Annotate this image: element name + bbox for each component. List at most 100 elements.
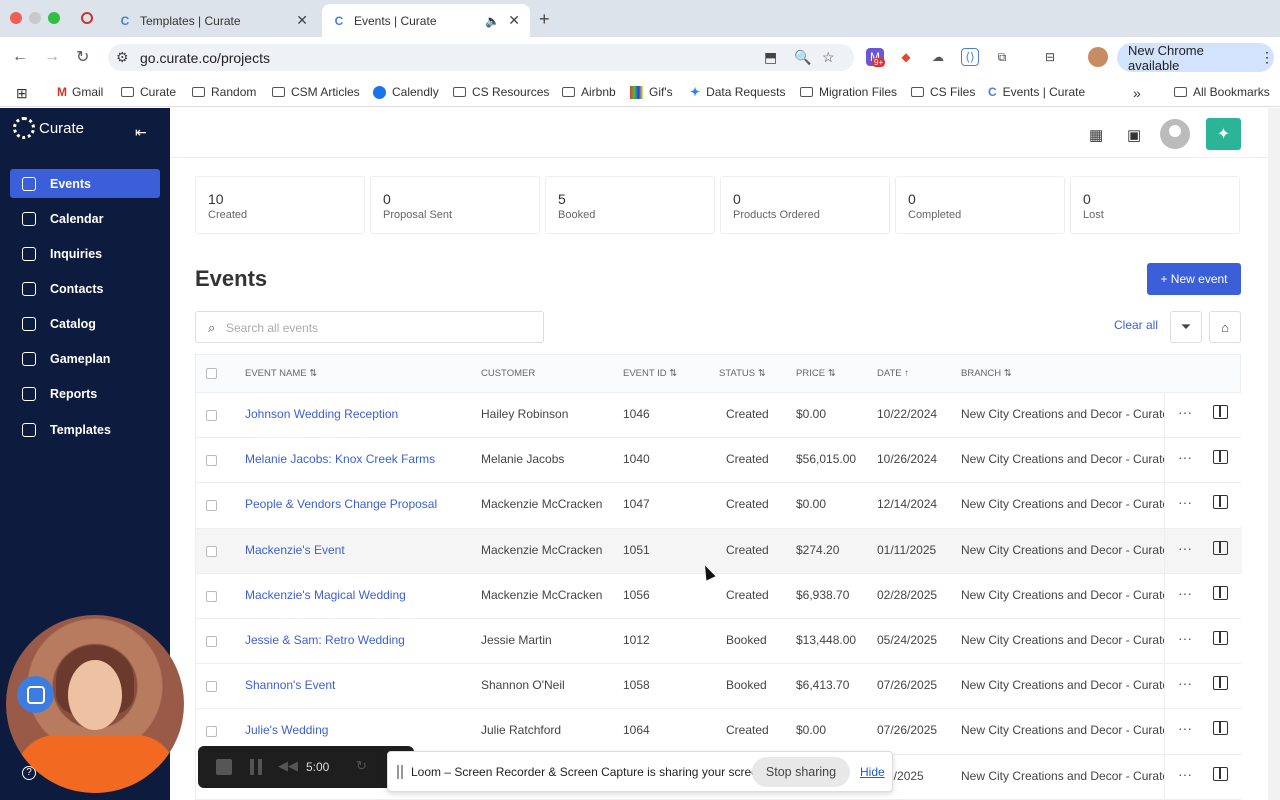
open-side-panel-icon[interactable]: [1213, 495, 1228, 510]
open-side-panel-icon[interactable]: [1213, 405, 1228, 419]
bookmark-airbnb[interactable]: Airbnb: [562, 85, 616, 99]
speaker-icon[interactable]: 🔈: [485, 14, 500, 28]
bookmark-random[interactable]: Random: [192, 85, 256, 99]
table-row[interactable]: People & Vendors Change Proposal Mackenzi…: [196, 483, 1242, 529]
cell-name[interactable]: Mackenzie's Magical Wedding: [245, 588, 475, 602]
tab-templates[interactable]: C Templates | Curate ✕: [108, 4, 318, 37]
stat-card-proposal-sent[interactable]: 0 Proposal Sent: [370, 176, 540, 234]
zoom-icon[interactable]: 🔍: [794, 49, 811, 66]
bookmark-migration-files[interactable]: Migration Files: [800, 85, 897, 99]
stop-sharing-button[interactable]: Stop sharing: [752, 757, 850, 787]
page-scrollbar[interactable]: [1268, 108, 1280, 800]
sidebar-item-reports[interactable]: Reports: [10, 379, 160, 408]
hide-link[interactable]: Hide: [860, 765, 885, 779]
new-chrome-available-button[interactable]: New Chrome available ⋮: [1117, 43, 1274, 73]
more-bookmarks-icon[interactable]: »: [1133, 85, 1141, 101]
bookmark-gmail[interactable]: M Gmail: [57, 85, 103, 99]
open-side-panel-icon[interactable]: [1213, 721, 1228, 736]
more-actions-icon[interactable]: ···: [1178, 404, 1192, 420]
sidebar-item-calendar[interactable]: Calendar: [10, 204, 160, 233]
new-tab-button[interactable]: +: [539, 9, 550, 30]
row-checkbox[interactable]: [206, 726, 217, 738]
restart-icon[interactable]: ↻: [356, 758, 367, 774]
tab-search-icon[interactable]: ⊟: [1041, 48, 1059, 66]
cell-name[interactable]: Melanie Jacobs: Knox Creek Farms: [245, 452, 475, 466]
extension-icon[interactable]: ◆: [897, 48, 915, 66]
column-header-event-id[interactable]: EVENT ID ⇅: [623, 368, 677, 379]
table-row[interactable]: Melanie Jacobs: Knox Creek Farms Melanie …: [196, 438, 1242, 484]
close-tab-icon[interactable]: ✕: [508, 12, 520, 29]
table-row[interactable]: Jessie & Sam: Retro Wedding Jessie Martin…: [196, 618, 1242, 665]
column-header-date[interactable]: DATE ↑: [877, 368, 909, 379]
gallery-icon[interactable]: ▣: [1127, 126, 1141, 144]
clear-all-link[interactable]: Clear all: [1114, 318, 1158, 332]
row-checkbox[interactable]: [206, 545, 217, 557]
table-row[interactable]: Mackenzie's Event Mackenzie McCracken 1051…: [196, 528, 1242, 574]
curate-logo[interactable]: Curate: [13, 117, 84, 139]
more-actions-icon[interactable]: ···: [1178, 630, 1192, 646]
bookmark-gifs[interactable]: Gif's: [630, 85, 673, 99]
stat-card-products-ordered[interactable]: 0 Products Ordered: [720, 176, 890, 234]
filter-button[interactable]: ⏷: [1170, 311, 1202, 343]
bookmark-csm-articles[interactable]: CSM Articles: [272, 85, 360, 99]
open-side-panel-icon[interactable]: [1213, 540, 1228, 555]
bookmark-data-requests[interactable]: ✦ Data Requests: [690, 85, 785, 99]
drag-handle-icon[interactable]: [397, 765, 403, 779]
search-input[interactable]: [226, 318, 526, 338]
install-app-icon[interactable]: ⬒: [764, 49, 777, 66]
row-checkbox[interactable]: [206, 455, 217, 467]
row-checkbox[interactable]: [206, 681, 217, 693]
more-actions-icon[interactable]: ···: [1178, 720, 1192, 736]
more-actions-icon[interactable]: ···: [1178, 494, 1192, 510]
bookmark-cs-files[interactable]: CS Files: [911, 85, 975, 99]
sidebar-item-inquiries[interactable]: Inquiries: [10, 239, 160, 268]
stat-card-lost[interactable]: 0 Lost: [1070, 176, 1240, 234]
sidebar-item-contacts[interactable]: Contacts: [10, 274, 160, 303]
stat-card-completed[interactable]: 0 Completed: [895, 176, 1065, 234]
sidebar-item-catalog[interactable]: Catalog: [10, 309, 160, 338]
column-header-status[interactable]: STATUS ⇅: [719, 368, 766, 379]
forward-icon[interactable]: →: [44, 48, 60, 66]
tab-events[interactable]: C Events | Curate 🔈 ✕: [322, 4, 530, 37]
calendar-icon[interactable]: ▦: [1089, 126, 1103, 144]
column-header-price[interactable]: PRICE ⇅: [796, 368, 836, 379]
window-close-button[interactable]: [10, 12, 22, 24]
row-checkbox[interactable]: [206, 410, 217, 421]
column-header-branch[interactable]: BRANCH ⇅: [961, 368, 1012, 379]
apps-grid-icon[interactable]: ⊞: [16, 85, 28, 102]
collapse-sidebar-icon[interactable]: ⇤: [135, 124, 147, 141]
open-side-panel-icon[interactable]: [1213, 630, 1228, 645]
site-settings-icon[interactable]: ⚙: [116, 49, 129, 66]
bookmark-cs-resources[interactable]: CS Resources: [453, 85, 549, 99]
reload-icon[interactable]: ↻: [76, 47, 89, 67]
pause-icon[interactable]: [250, 759, 262, 775]
table-row[interactable]: Mackenzie's Magical Wedding Mackenzie McC…: [196, 573, 1242, 619]
cell-name[interactable]: Shannon's Event: [245, 678, 475, 692]
ai-assistant-button[interactable]: ✦: [1206, 118, 1241, 150]
cell-name[interactable]: Jessie & Sam: Retro Wedding: [245, 633, 475, 647]
bookmark-curate[interactable]: Curate: [121, 85, 176, 99]
window-minimize-button[interactable]: [29, 12, 41, 24]
row-checkbox[interactable]: [206, 590, 217, 602]
cell-name[interactable]: People & Vendors Change Proposal: [245, 497, 475, 511]
cell-name[interactable]: Julie's Wedding: [245, 723, 475, 737]
stop-recording-icon[interactable]: [216, 759, 232, 775]
more-actions-icon[interactable]: ···: [1178, 585, 1192, 601]
url-text[interactable]: go.curate.co/projects: [140, 50, 270, 66]
open-side-panel-icon[interactable]: [1213, 766, 1228, 781]
column-header-event-name[interactable]: EVENT NAME ⇅: [245, 368, 317, 379]
stat-card-booked[interactable]: 5 Booked: [545, 176, 715, 234]
row-checkbox[interactable]: [206, 635, 217, 647]
more-actions-icon[interactable]: ···: [1178, 766, 1192, 782]
more-actions-icon[interactable]: ···: [1178, 540, 1192, 556]
bookmark-calendly[interactable]: Calendly: [373, 85, 439, 99]
more-actions-icon[interactable]: ···: [1178, 675, 1192, 691]
table-row[interactable]: Johnson Wedding Reception Hailey Robinson…: [196, 393, 1242, 439]
sidebar-item-templates[interactable]: Templates: [10, 415, 160, 444]
sidebar-item-gameplan[interactable]: Gameplan: [10, 344, 160, 373]
extensions-puzzle-icon[interactable]: ⧉: [993, 48, 1011, 66]
all-bookmarks[interactable]: All Bookmarks: [1174, 85, 1270, 99]
table-row[interactable]: Shannon's Event Shannon O'Neil 1058 Booked $…: [196, 664, 1242, 710]
select-all-checkbox[interactable]: [206, 368, 217, 379]
bookmark-events-curate[interactable]: C Events | Curate: [988, 85, 1085, 99]
